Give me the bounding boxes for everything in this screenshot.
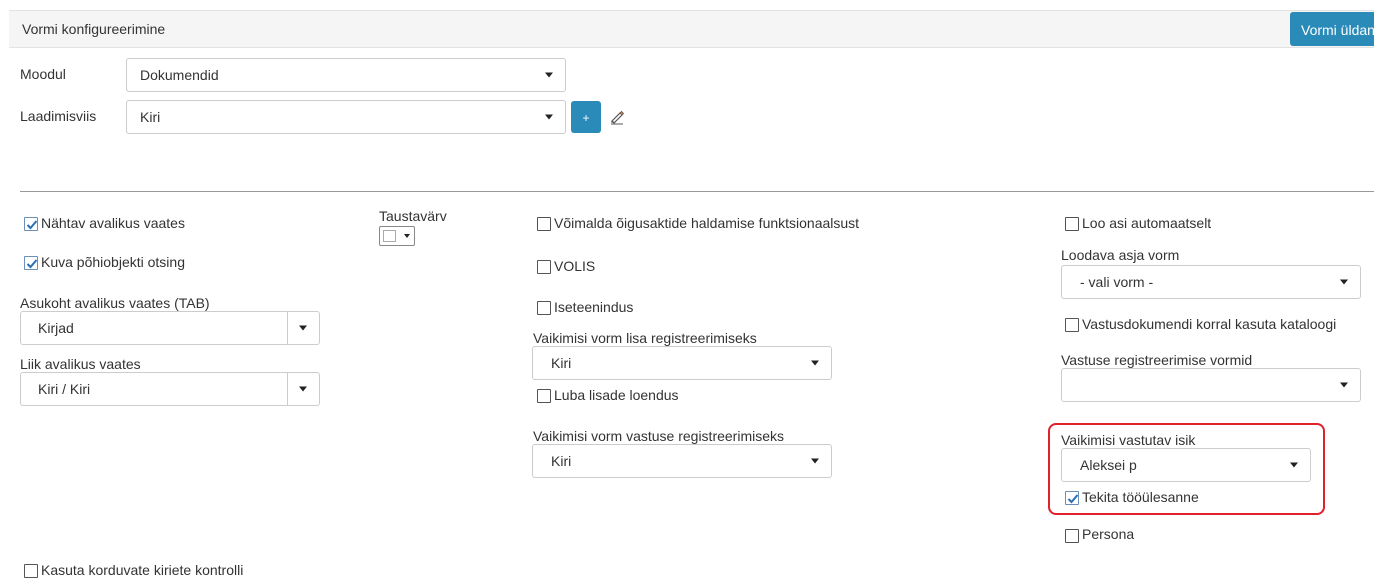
self-service-checkbox[interactable] [537,301,551,315]
legal-acts-label: Võimalda õigusaktide haldamise funktsion… [554,215,860,231]
default-reply-form-select[interactable]: Kiri [532,444,832,478]
chevron-down-icon [299,386,307,392]
default-reply-form-value: Kiri [551,453,572,469]
reply-reg-forms-select[interactable] [1061,368,1361,402]
divider [20,191,1374,192]
background-color-picker[interactable] [379,226,415,246]
background-color-label: Taustavärv [379,208,447,224]
location-tab-label: Asukoht avalikus vaates (TAB) [20,295,210,311]
legal-acts-checkbox[interactable] [537,217,551,231]
add-creation-method-button[interactable]: + [571,101,601,133]
chevron-down-icon [811,458,819,464]
kind-public-value: Kiri / Kiri [38,381,91,397]
edit-icon[interactable] [608,108,626,126]
page-title: Vormi konfigureerimine [22,21,166,37]
case-form-value: - vali vorm - [1080,274,1154,290]
persona-checkbox[interactable] [1065,529,1079,543]
auto-case-checkbox[interactable] [1065,217,1079,231]
location-tab-select[interactable]: Kirjad [20,311,320,345]
case-form-select[interactable]: - vali vorm - [1061,265,1361,299]
reply-catalog-label: Vastusdokumendi korral kasuta kataloogi [1082,316,1337,332]
visible-public-checkbox[interactable] [24,217,38,231]
reply-reg-forms-label: Vastuse registreerimise vormid [1061,352,1253,368]
show-main-search-checkbox[interactable] [24,256,38,270]
default-attachment-form-select[interactable]: Kiri [532,346,832,380]
default-responsible-select[interactable]: Aleksei p [1061,448,1311,482]
chevron-down-icon [545,72,553,78]
color-swatch [383,230,396,242]
module-value: Dokumendid [140,67,219,83]
persona-label: Persona [1082,526,1135,542]
volis-label: VOLIS [554,258,596,274]
show-main-search-label: Kuva põhiobjekti otsing [41,254,185,270]
chevron-down-icon [1290,462,1298,468]
creation-method-select[interactable]: Kiri [126,100,566,134]
chevron-down-icon [811,360,819,366]
allow-attachment-count-checkbox[interactable] [537,389,551,403]
auto-case-label: Loo asi automaatselt [1082,215,1212,231]
default-attachment-form-label: Vaikimisi vorm lisa registreerimiseks [533,330,757,346]
kind-public-select[interactable]: Kiri / Kiri [20,372,320,406]
allow-attachment-count-label: Luba lisade loendus [554,387,679,403]
form-general-data-button[interactable]: Vormi üldandmed [1290,12,1374,46]
select-divider [287,312,288,344]
location-tab-value: Kirjad [38,320,74,336]
module-label: Moodul [20,66,66,82]
reply-catalog-checkbox[interactable] [1065,318,1079,332]
kind-public-label: Liik avalikus vaates [20,356,141,372]
create-task-label: Tekita tööülesanne [1082,489,1199,505]
default-responsible-label: Vaikimisi vastutav isik [1061,432,1196,448]
self-service-label: Iseteenindus [554,299,634,315]
default-reply-form-label: Vaikimisi vorm vastuse registreerimiseks [533,428,785,444]
module-select[interactable]: Dokumendid [126,58,566,92]
default-responsible-value: Aleksei p [1080,457,1137,473]
case-form-label: Loodava asja vorm [1061,247,1180,263]
default-attachment-form-value: Kiri [551,355,572,371]
visible-public-label: Nähtav avalikus vaates [41,215,185,231]
chevron-down-icon [1340,382,1348,388]
volis-checkbox[interactable] [537,260,551,274]
creation-method-label: Laadimisviis [20,108,97,124]
creation-method-value: Kiri [140,109,161,125]
chevron-down-icon [404,234,410,238]
chevron-down-icon [299,325,307,331]
select-divider [287,373,288,405]
form-header-bar [9,10,1374,48]
chevron-down-icon [545,114,553,120]
chevron-down-icon [1340,279,1348,285]
create-task-checkbox[interactable] [1065,491,1079,505]
